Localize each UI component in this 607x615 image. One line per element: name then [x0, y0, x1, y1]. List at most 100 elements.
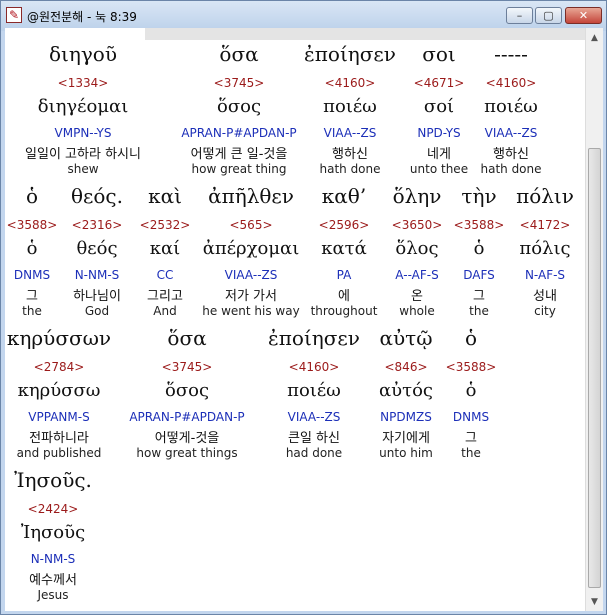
- word-num: <2424>: [27, 502, 79, 516]
- word-parse: NPDMZS: [380, 410, 432, 424]
- word-english: Jesus: [37, 588, 69, 602]
- word-num: <2784>: [33, 360, 85, 374]
- word-english: the: [461, 446, 481, 460]
- word-greek: καθ’: [321, 184, 367, 208]
- word-greek: θεός.: [70, 184, 124, 208]
- word-lemma: ὁ: [473, 238, 485, 259]
- word-korean: 하나님이: [73, 289, 121, 304]
- word-korean: 일일이 고하라 하시니: [25, 147, 141, 162]
- interlinear-panel: διηγοῦ <1334> διηγέομαι VMPN--YS 일일이 고하라 하시니…: [5, 28, 585, 611]
- word-parse: N-NM-S: [30, 552, 76, 566]
- vertical-scrollbar[interactable]: ▲ ▼: [585, 28, 603, 611]
- word-greek: -----: [494, 42, 528, 66]
- minimize-button[interactable]: –: [506, 7, 533, 24]
- word-num: <4671>: [413, 76, 465, 90]
- word-korean: 자기에게: [382, 431, 430, 446]
- word-korean: 온: [411, 289, 423, 304]
- word-lemma: ὅλος: [395, 238, 439, 259]
- word-num: <2532>: [139, 218, 191, 232]
- word-lemma: κηρύσσω: [17, 380, 101, 401]
- word-korean: 에: [338, 289, 350, 304]
- word-greek: αὐτῷ: [379, 326, 433, 350]
- word-lemma: ποιέω: [484, 96, 538, 117]
- word-parse: N-AF-S: [524, 268, 566, 282]
- scroll-up-icon[interactable]: ▲: [587, 30, 602, 46]
- word-lemma: πόλις: [519, 238, 571, 259]
- word-greek: τὴν: [461, 184, 497, 208]
- word-korean: 성내: [533, 289, 557, 304]
- word-lemma: σοί: [423, 96, 455, 117]
- word-greek: καὶ: [148, 184, 182, 208]
- word-korean: 그리고: [147, 289, 183, 304]
- word-english: city: [534, 304, 556, 318]
- word-num: <3588>: [6, 218, 58, 232]
- word-english: the: [22, 304, 42, 318]
- word-num: <3588>: [453, 218, 505, 232]
- word-korean: 어떻게-것을: [154, 431, 220, 446]
- word-english: hath done: [319, 162, 381, 176]
- word-lemma: ὅσος: [216, 96, 262, 117]
- word-korean: 그: [465, 431, 477, 446]
- word-lemma: ὁ: [26, 238, 38, 259]
- word-lemma: ὅσος: [164, 380, 210, 401]
- word-lemma: ὁ: [465, 380, 477, 401]
- word-greek: διηγοῦ: [48, 42, 118, 66]
- word-english: unto thee: [409, 162, 469, 176]
- word-korean: 행하신: [332, 147, 368, 162]
- word-parse: VIAA--ZS: [224, 268, 278, 282]
- word-greek: ἐποίησεν: [268, 326, 360, 350]
- word-greek: σοι: [422, 42, 456, 66]
- word-parse: APRAN-P#APDAN-P: [181, 126, 297, 140]
- word-num: <4160>: [288, 360, 340, 374]
- word-english: the: [469, 304, 489, 318]
- maximize-button[interactable]: ▢: [535, 7, 562, 24]
- word-greek: ὁ: [464, 326, 478, 350]
- word-lemma: καί: [149, 238, 181, 259]
- word-greek: ἀπῆλθεν: [208, 184, 294, 208]
- word-parse: VIAA--ZS: [484, 126, 538, 140]
- word-num: <2316>: [71, 218, 123, 232]
- word-parse: VPPANM-S: [28, 410, 90, 424]
- word-lemma: διηγέομαι: [37, 96, 129, 117]
- word-korean: 그: [473, 289, 485, 304]
- word-parse: VIAA--ZS: [287, 410, 341, 424]
- word-parse: CC: [156, 268, 174, 282]
- word-num: <3745>: [213, 76, 265, 90]
- window-title: @원전분해 - 눅 8:39: [27, 10, 137, 24]
- word-english: And: [153, 304, 177, 318]
- scroll-down-icon[interactable]: ▼: [587, 594, 602, 610]
- word-greek: πόλιν: [516, 184, 574, 208]
- word-english: God: [84, 304, 110, 318]
- word-english: how great thing: [191, 162, 287, 176]
- word-parse: A--AF-S: [395, 268, 439, 282]
- word-parse: NPD-YS: [417, 126, 461, 140]
- word-num: <565>: [229, 218, 273, 232]
- close-button[interactable]: ✕: [565, 7, 602, 24]
- word-english: how great things: [136, 446, 238, 460]
- title-bar[interactable]: ✎ @원전분해 - 눅 8:39 – ▢ ✕: [1, 1, 606, 31]
- word-num: <4160>: [485, 76, 537, 90]
- scrolled-row-remnant: [145, 28, 585, 40]
- word-num: <1334>: [57, 76, 109, 90]
- word-korean: 큰일 하신: [288, 431, 340, 446]
- word-english: hath done: [480, 162, 542, 176]
- word-num: <2596>: [318, 218, 370, 232]
- word-english: throughout: [310, 304, 378, 318]
- app-window: ✎ @원전분해 - 눅 8:39 – ▢ ✕ διηγοῦ <1334> διηγέ…: [0, 0, 607, 615]
- word-lemma: ποιέω: [287, 380, 341, 401]
- word-num: <4172>: [519, 218, 571, 232]
- word-english: shew: [67, 162, 99, 176]
- word-parse: PA: [336, 268, 352, 282]
- scroll-thumb[interactable]: [588, 148, 601, 588]
- word-num: <3588>: [445, 360, 497, 374]
- word-korean: 저가 가서: [225, 289, 277, 304]
- app-logo-icon[interactable]: ✎: [6, 7, 22, 23]
- word-parse: DNMS: [452, 410, 490, 424]
- word-greek: ὅσα: [219, 42, 259, 66]
- word-lemma: ἀπέρχομαι: [202, 238, 300, 259]
- word-korean: 예수께서: [29, 573, 77, 588]
- word-num: <4160>: [324, 76, 376, 90]
- word-lemma: θεός: [76, 238, 118, 259]
- word-lemma: κατά: [321, 238, 367, 259]
- word-greek: ὅλην: [392, 184, 442, 208]
